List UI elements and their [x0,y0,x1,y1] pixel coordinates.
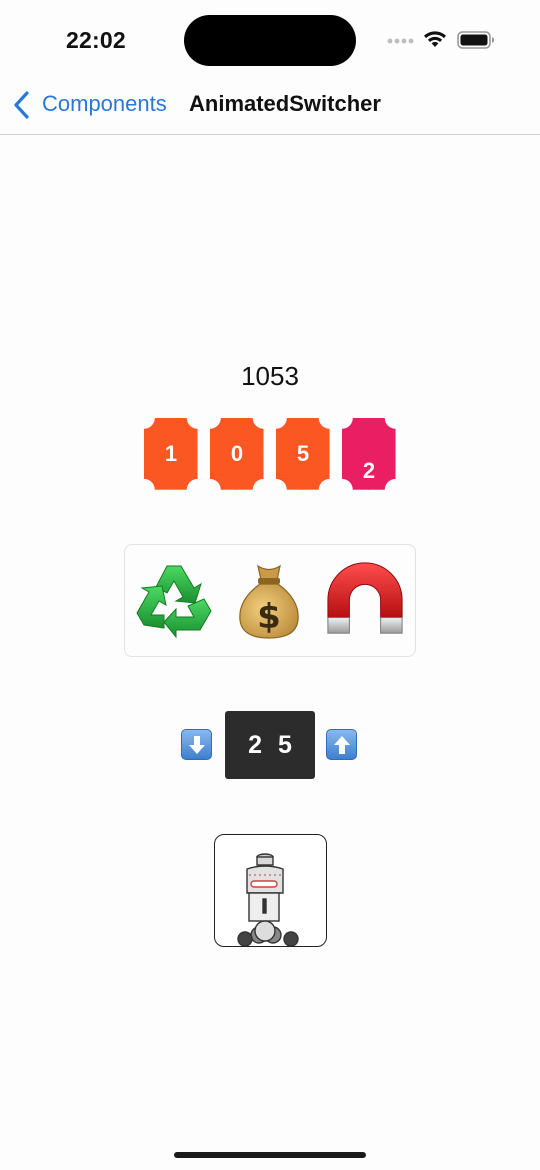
money-bag-icon[interactable]: $ [228,559,310,641]
emoji-switcher-card: $ [124,544,416,657]
digit-tile: 0 [210,418,264,490]
page-title: AnimatedSwitcher [189,91,381,116]
digit-tile: 1 [144,418,198,490]
digit-tile: 5 [276,418,330,490]
counter-value: 1053 [241,361,299,391]
wifi-icon [424,31,446,47]
robot-switcher-card[interactable] [214,834,327,947]
back-chevron-icon[interactable] [11,90,31,120]
increment-button[interactable] [326,729,357,760]
robot-illustration [237,853,299,946]
status-time: 22:02 [66,27,126,53]
back-button[interactable]: Components [42,91,167,117]
digit-tile-transitioning: 2 [342,418,396,490]
number-stepper: 2 5 [180,710,360,780]
animated-digit-row[interactable]: 1 0 5 2 [144,418,400,490]
decrement-button[interactable] [181,729,212,760]
stepper-digit: 5 [278,730,292,759]
cellular-signal-icon [387,38,414,44]
stepper-value-display: 2 5 [225,711,315,779]
status-bar: 22:02 [0,0,540,80]
recycling-symbol-icon[interactable] [133,559,215,641]
battery-icon [457,31,495,49]
navigation-bar: Components AnimatedSwitcher [0,80,540,135]
stepper-digit: 2 [248,730,262,759]
dynamic-island [184,15,356,66]
down-arrow-icon [188,735,205,754]
magnet-icon[interactable] [324,559,406,641]
up-arrow-icon [333,735,350,754]
home-indicator[interactable] [174,1152,366,1158]
svg-text:$: $ [257,597,281,637]
